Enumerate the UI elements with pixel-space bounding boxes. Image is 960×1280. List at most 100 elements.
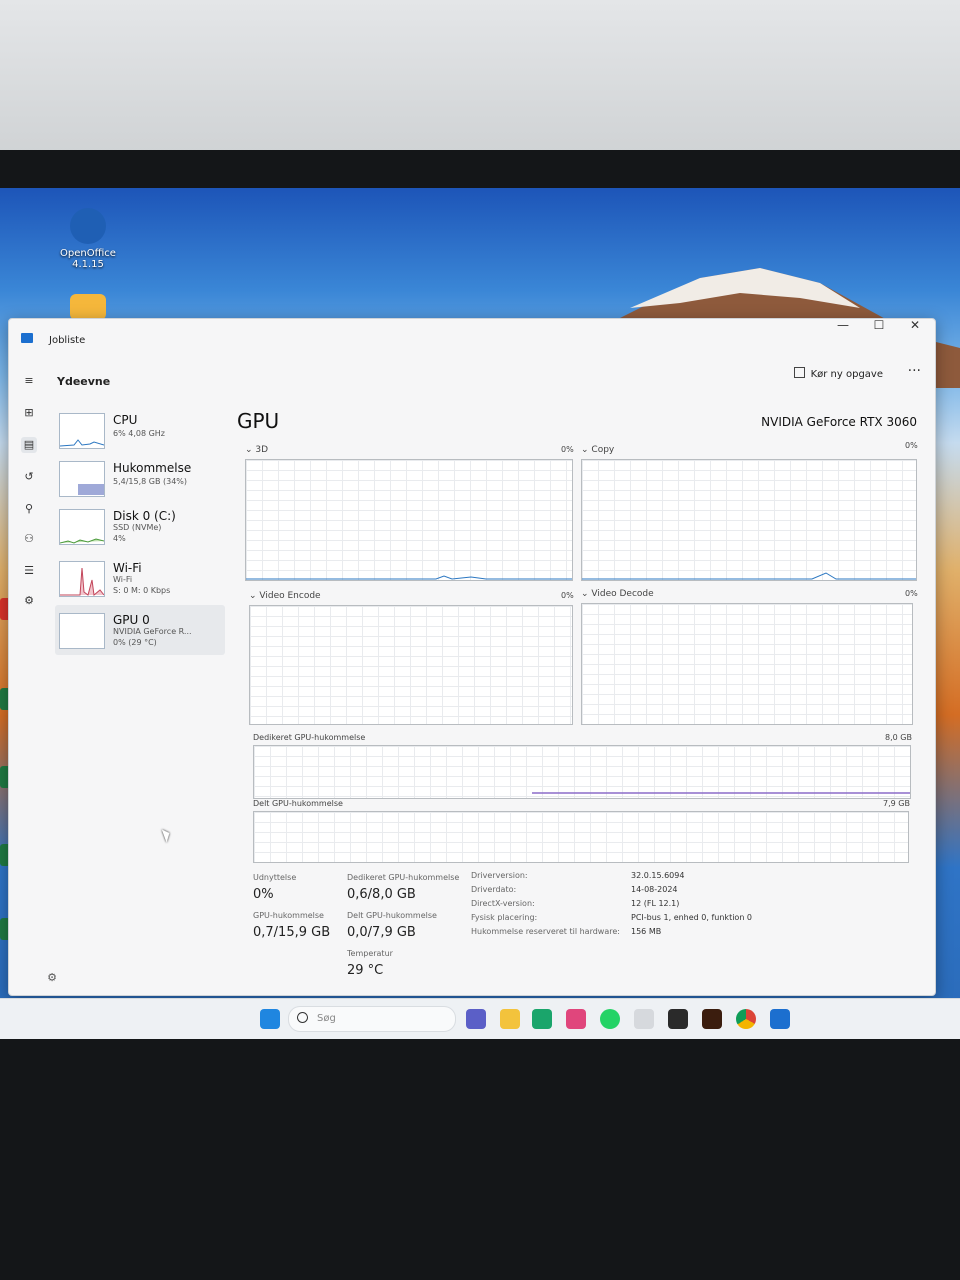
taskbar-app-icon[interactable] — [668, 1009, 688, 1029]
perf-item-memory[interactable]: Hukommelse 5,4/15,8 GB (34%) — [55, 453, 225, 503]
perf-item-wifi[interactable]: Wi-Fi Wi-Fi S: 0 M: 0 Kbps — [55, 553, 225, 603]
processes-icon[interactable]: ⊞ — [21, 405, 37, 421]
stat-gpu-memory-label: GPU-hukommelse — [253, 911, 324, 920]
detail-label: DirectX-version: — [471, 899, 535, 908]
desktop-icon-label: OpenOffice 4.1.15 — [60, 248, 116, 270]
performance-sidebar: CPU 6% 4,08 GHz Hukommelse 5,4/15,8 GB (… — [55, 405, 225, 665]
startup-apps-icon[interactable]: ⚲ — [21, 501, 37, 517]
perf-item-sub: SSD (NVMe) — [113, 523, 162, 532]
app-title: Jobliste — [49, 335, 86, 346]
graph-shared-memory-label: Delt GPU-hukommelse — [253, 799, 343, 808]
graph-video-encode — [249, 605, 573, 725]
minimize-button[interactable]: — — [825, 315, 861, 335]
whatsapp-icon[interactable] — [600, 1009, 620, 1029]
graph-copy-percent: 0% — [905, 441, 918, 450]
app-history-icon[interactable]: ↺ — [21, 469, 37, 485]
stat-utilization-label: Udnyttelse — [253, 873, 297, 882]
perf-item-sub: 4% — [113, 534, 126, 543]
run-new-task-button[interactable]: Kør ny opgave — [793, 367, 883, 380]
taskbar-app-icon[interactable] — [634, 1009, 654, 1029]
stat-temperature-value: 29 °C — [347, 963, 384, 978]
search-placeholder: Søg — [317, 1013, 336, 1024]
taskbar-app-icon[interactable] — [566, 1009, 586, 1029]
perf-item-sub: 6% 4,08 GHz — [113, 429, 166, 438]
detail-value: 14-08-2024 — [631, 885, 678, 894]
page-header: Ydeevne Kør ny opgave ··· — [49, 355, 933, 401]
gpu-stats: Udnyttelse 0% GPU-hukommelse 0,7/15,9 GB… — [237, 869, 927, 989]
perf-item-sub: NVIDIA GeForce R... — [113, 627, 192, 636]
start-button-icon[interactable] — [260, 1009, 280, 1029]
maximize-button[interactable]: ☐ — [861, 315, 897, 335]
graph-copy — [581, 459, 917, 581]
run-task-label: Kør ny opgave — [810, 369, 883, 380]
graph-dedicated-memory-label: Dedikeret GPU-hukommelse — [253, 733, 366, 742]
detail-label: Fysisk placering: — [471, 913, 538, 922]
stat-utilization-value: 0% — [253, 887, 274, 902]
settings-gear-icon[interactable]: ⚙ — [45, 971, 59, 985]
gpu-detail-panel: GPU NVIDIA GeForce RTX 3060 ⌄ 3D 0% ⌄ Co… — [237, 409, 927, 989]
stat-gpu-memory-value: 0,7/15,9 GB — [253, 925, 331, 940]
detail-label: Driverversion: — [471, 871, 528, 880]
search-icon — [297, 1012, 308, 1023]
graph-3d-percent: 0% — [561, 445, 574, 454]
users-icon[interactable]: ⚇ — [21, 531, 37, 547]
perf-item-disk[interactable]: Disk 0 (C:) SSD (NVMe) 4% — [55, 501, 225, 551]
graph-3d — [245, 459, 573, 581]
perf-item-name: Hukommelse — [113, 461, 192, 475]
task-manager-window: Jobliste — ☐ ✕ ≡ ⊞ ▤ ↺ ⚲ ⚇ ☰ ⚙ Ydeevne K… — [8, 318, 936, 996]
perf-item-name: CPU — [113, 413, 138, 427]
stat-dedicated-label: Dedikeret GPU-hukommelse — [347, 873, 460, 882]
graph-shared-memory-max: 7,9 GB — [883, 799, 910, 808]
graph-video-encode-percent: 0% — [561, 591, 574, 600]
detail-title: GPU — [237, 409, 280, 433]
task-manager-taskbar-icon[interactable] — [770, 1009, 790, 1029]
stat-temperature-label: Temperatur — [347, 949, 393, 958]
teams-icon[interactable] — [466, 1009, 486, 1029]
page-title: Ydeevne — [57, 375, 111, 388]
room-wall — [0, 0, 960, 160]
perf-item-cpu[interactable]: CPU 6% 4,08 GHz — [55, 405, 225, 455]
memory-thumbnail-graph — [59, 461, 105, 497]
perf-item-gpu[interactable]: GPU 0 NVIDIA GeForce R... 0% (29 °C) — [55, 605, 225, 655]
file-explorer-icon[interactable] — [500, 1009, 520, 1029]
perf-item-name: Disk 0 (C:) — [113, 509, 176, 523]
taskbar-app-icon[interactable] — [532, 1009, 552, 1029]
graph-3d-label[interactable]: ⌄ 3D — [245, 445, 268, 455]
chrome-icon[interactable] — [736, 1009, 756, 1029]
illustrator-icon[interactable] — [702, 1009, 722, 1029]
perf-item-sub: 5,4/15,8 GB (34%) — [113, 477, 188, 486]
graph-video-decode-label[interactable]: ⌄ Video Decode — [581, 589, 654, 599]
detail-label: Driverdato: — [471, 885, 517, 894]
services-icon[interactable]: ⚙ — [21, 593, 37, 609]
graph-video-decode — [581, 603, 913, 725]
details-icon[interactable]: ☰ — [21, 563, 37, 579]
taskbar: Søg — [0, 998, 960, 1039]
gpu-thumbnail-graph — [59, 613, 105, 649]
graph-copy-label[interactable]: ⌄ Copy — [581, 445, 614, 455]
cpu-thumbnail-graph — [59, 413, 105, 449]
detail-value: 156 MB — [631, 927, 662, 936]
title-bar: Jobliste — ☐ ✕ — [9, 318, 935, 355]
detail-label: Hukommelse reserveret til hardware: — [471, 927, 620, 936]
detail-value: 32.0.15.6094 — [631, 871, 685, 880]
openoffice-icon — [70, 208, 106, 244]
hamburger-menu-icon[interactable]: ≡ — [21, 373, 37, 389]
more-options-icon[interactable]: ··· — [908, 363, 921, 379]
disk-thumbnail-graph — [59, 509, 105, 545]
perf-item-name: GPU 0 — [113, 613, 150, 627]
detail-value: PCI-bus 1, enhed 0, funktion 0 — [631, 913, 753, 922]
nav-rail: ≡ ⊞ ▤ ↺ ⚲ ⚇ ☰ ⚙ — [9, 355, 49, 993]
stat-shared-value: 0,0/7,9 GB — [347, 925, 416, 940]
taskbar-search[interactable]: Søg — [288, 1006, 456, 1032]
graph-video-encode-label[interactable]: ⌄ Video Encode — [249, 591, 321, 601]
stat-dedicated-value: 0,6/8,0 GB — [347, 887, 416, 902]
graph-video-decode-percent: 0% — [905, 589, 918, 598]
stat-shared-label: Delt GPU-hukommelse — [347, 911, 437, 920]
desktop-icon-openoffice[interactable]: OpenOffice 4.1.15 — [46, 208, 130, 270]
close-button[interactable]: ✕ — [897, 315, 933, 335]
task-manager-icon — [21, 333, 33, 343]
detail-value: 12 (FL 12.1) — [631, 899, 680, 908]
folder-icon — [70, 294, 106, 320]
performance-icon[interactable]: ▤ — [21, 437, 37, 453]
perf-item-sub: Wi-Fi — [113, 575, 133, 584]
